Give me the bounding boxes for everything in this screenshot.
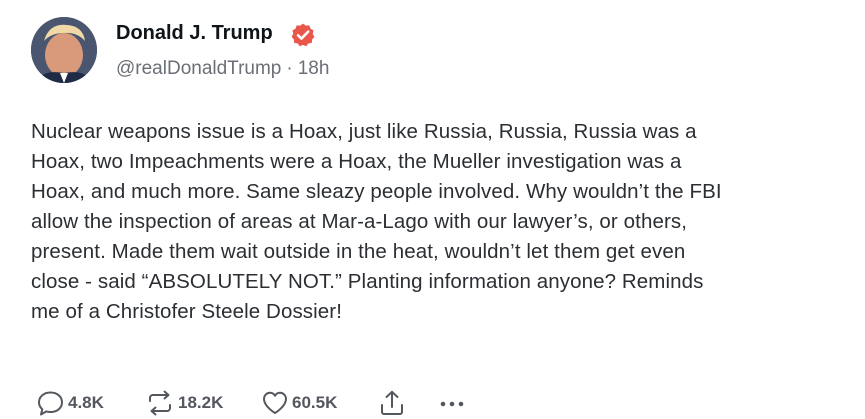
more-options-button[interactable] [437, 388, 477, 418]
post-body-line: me of a Christofer Steele Dossier! [31, 300, 343, 323]
post-body-line: Hoax, two Impeachments were a Hoax, the … [31, 150, 682, 173]
like-count: 60.5K [292, 393, 338, 412]
post-body-line: present. Made them wait outside in the h… [31, 240, 686, 263]
post-action-bar: 4.8K 18.2K 60.5K [36, 388, 477, 418]
reply-bubble-icon [38, 391, 63, 416]
repost-arrows-icon [149, 390, 171, 416]
author-avatar[interactable] [31, 17, 97, 83]
like-button[interactable]: 60.5K [260, 388, 377, 418]
author-handle[interactable]: @realDonaldTrump [116, 58, 281, 79]
post-meta: @realDonaldTrump · 18h [116, 58, 329, 80]
truth-post: Donald J. Trump @realDonaldTrump · 18h Nuc… [0, 0, 865, 419]
post-body-line: Hoax, and much more. Same sleazy people … [31, 180, 722, 203]
post-timestamp[interactable]: 18h [298, 58, 330, 79]
share-upload-icon [381, 390, 403, 415]
check-badge-icon [291, 23, 315, 47]
repost-count: 18.2K [178, 393, 224, 412]
post-body-line: allow the inspection of areas at Mar-a-L… [31, 210, 688, 233]
post-body-line: close - said “ABSOLUTELY NOT.” Planting … [31, 270, 704, 293]
heart-icon [263, 391, 287, 414]
share-button[interactable] [377, 388, 437, 418]
repost-button[interactable]: 18.2K [144, 388, 260, 418]
more-dots-icon [440, 401, 464, 407]
author-display-name[interactable]: Donald J. Trump [116, 22, 273, 45]
reply-count: 4.8K [68, 393, 104, 412]
reply-button[interactable]: 4.8K [36, 388, 144, 418]
post-body: Nuclear weapons issue is a Hoax, just li… [31, 117, 831, 327]
meta-separator: · [286, 58, 293, 79]
post-body-line: Nuclear weapons issue is a Hoax, just li… [31, 120, 697, 143]
